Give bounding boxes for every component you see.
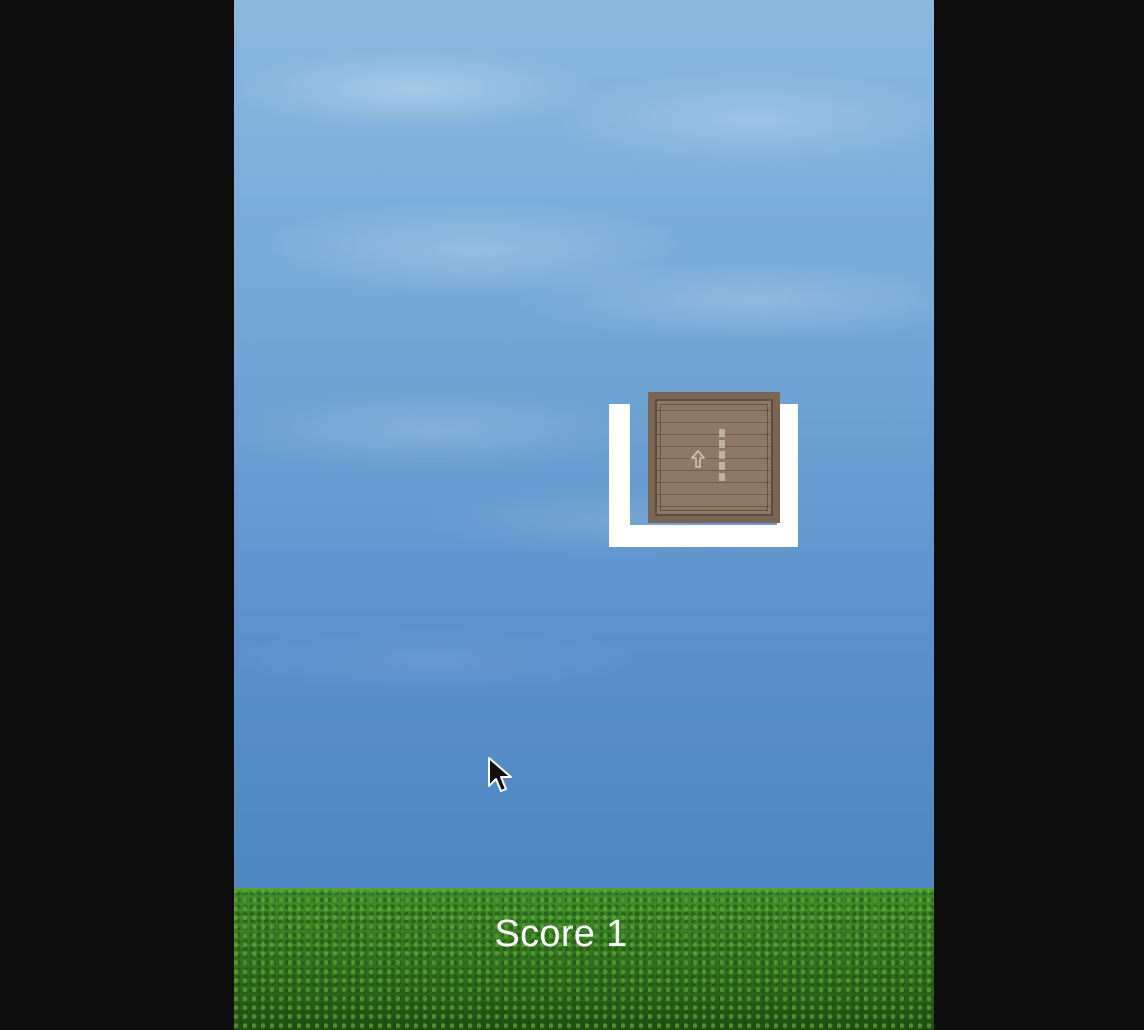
crate-stencil-marking (719, 429, 725, 481)
crate-panel (660, 404, 768, 511)
score-label: Score 1 (494, 913, 628, 955)
holder-bottom-wall (609, 525, 798, 547)
grass-ground (234, 888, 934, 1030)
arrow-up-icon (690, 449, 706, 468)
wooden-crate[interactable] (648, 392, 780, 523)
mouse-pointer-icon (488, 757, 512, 792)
sky-background (234, 0, 934, 888)
game-stage[interactable]: Score 1 (234, 0, 934, 1030)
